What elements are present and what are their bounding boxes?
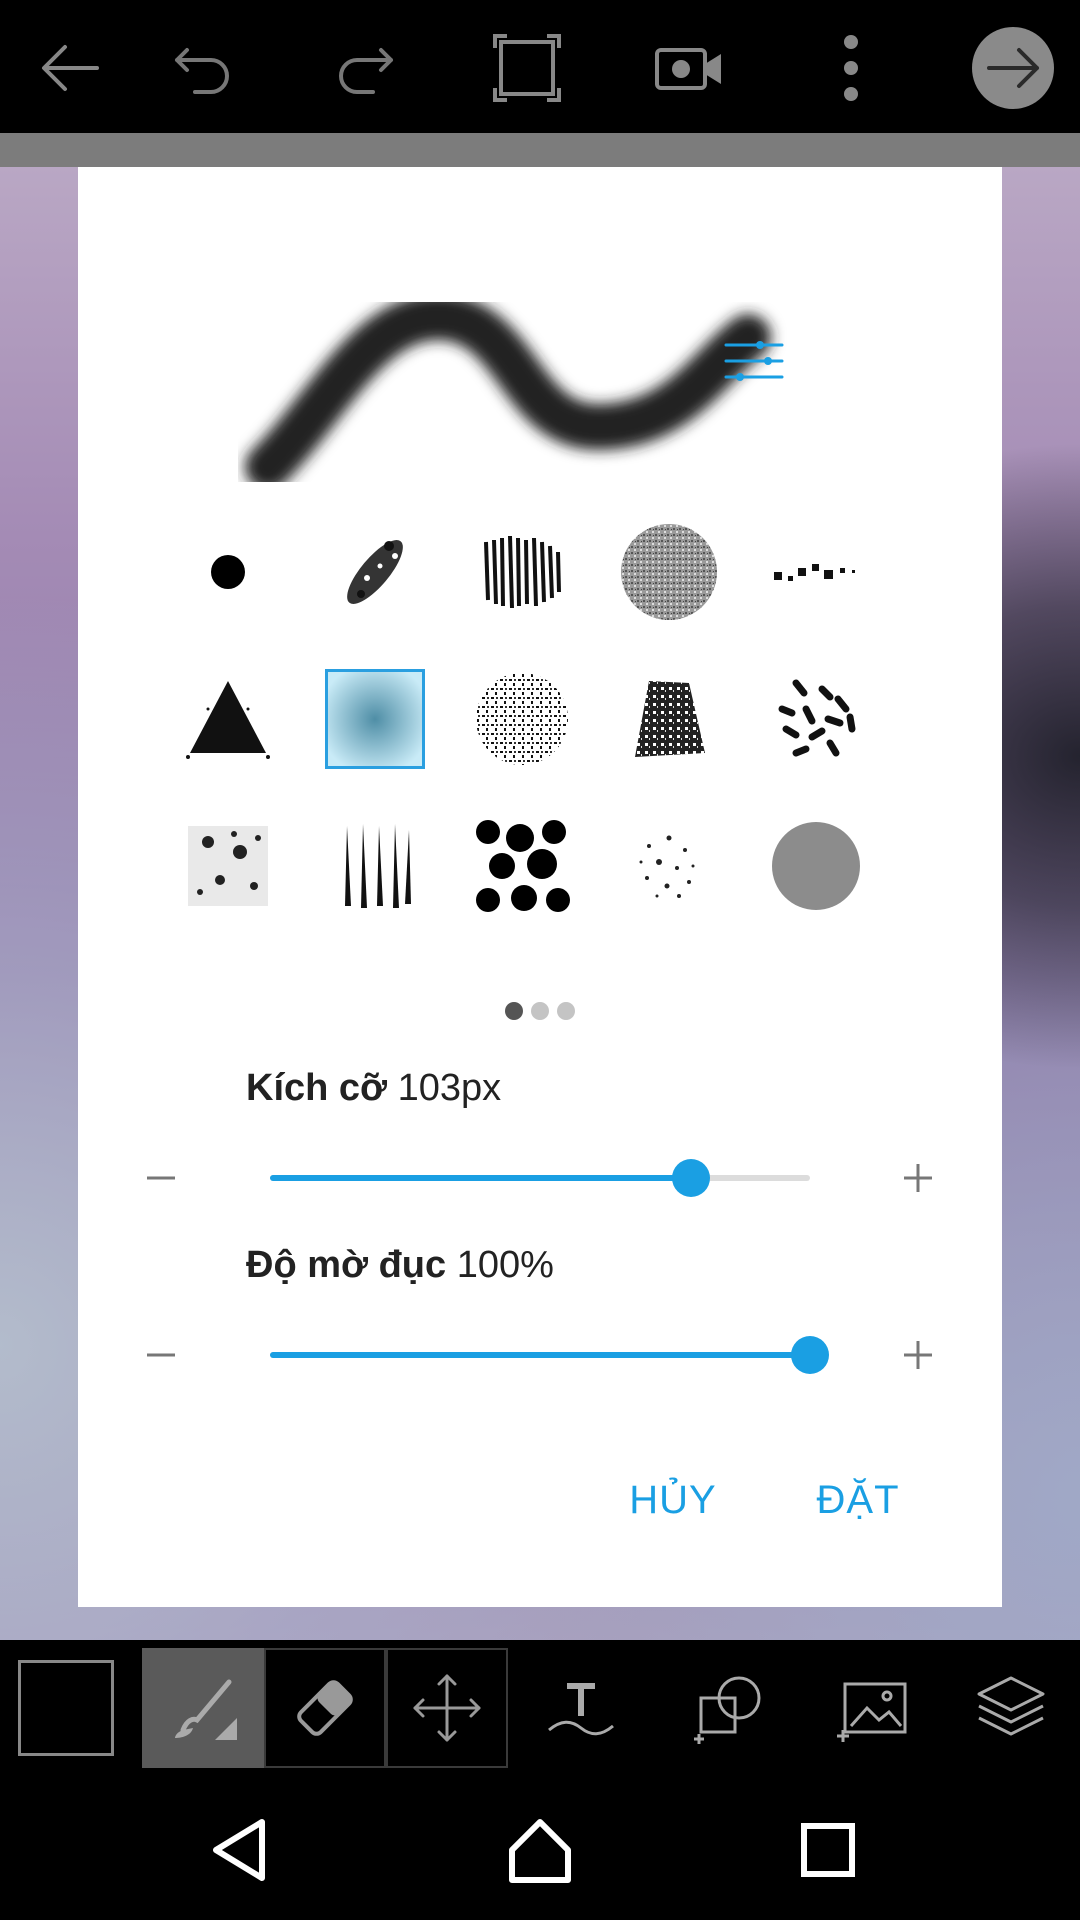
eraser-icon[interactable] bbox=[264, 1648, 386, 1768]
size-slider-fill bbox=[270, 1175, 691, 1181]
shape-add-icon[interactable] bbox=[668, 1648, 790, 1768]
next-arrow-icon[interactable] bbox=[958, 18, 1068, 118]
opacity-decrease-button[interactable] bbox=[131, 1325, 191, 1385]
size-value: 103px bbox=[397, 1067, 502, 1109]
nav-recents-icon[interactable] bbox=[773, 1795, 883, 1905]
brush-crumble-blob[interactable] bbox=[619, 669, 719, 769]
brush-soft-airbrush[interactable] bbox=[325, 669, 425, 769]
nav-home-icon[interactable] bbox=[485, 1795, 595, 1905]
top-toolbar bbox=[0, 0, 1080, 133]
size-slider-thumb[interactable] bbox=[672, 1159, 710, 1197]
brush-charcoal-scribble[interactable] bbox=[472, 522, 572, 622]
screen: Kích cỡ 103px Độ mờ đục 100% HỦY ĐẶT bbox=[0, 0, 1080, 1920]
brush-ink-splatter[interactable] bbox=[472, 816, 572, 916]
brush-vertical-strokes[interactable] bbox=[325, 816, 425, 916]
brush-grunge-square[interactable] bbox=[178, 816, 278, 916]
brush-scatter-dashes[interactable] bbox=[766, 669, 866, 769]
opacity-slider-fill bbox=[270, 1352, 810, 1358]
opacity-title: Độ mờ đục bbox=[246, 1244, 447, 1286]
bottom-toolbar bbox=[0, 1640, 1080, 1775]
more-vert-icon[interactable] bbox=[796, 18, 906, 118]
size-slider[interactable] bbox=[270, 1159, 810, 1197]
crop-fit-icon[interactable] bbox=[472, 18, 582, 118]
size-label: Kích cỡ 103px bbox=[246, 1067, 501, 1110]
brush-speckle-circle[interactable] bbox=[472, 669, 572, 769]
brush-icon[interactable] bbox=[142, 1648, 264, 1768]
pager-dot[interactable] bbox=[531, 1002, 549, 1020]
brush-round-hard[interactable] bbox=[178, 522, 278, 622]
redo-icon[interactable] bbox=[310, 18, 420, 118]
opacity-slider[interactable] bbox=[270, 1336, 829, 1374]
size-increase-button[interactable] bbox=[888, 1148, 948, 1208]
sliders-icon[interactable] bbox=[718, 327, 790, 399]
brush-spray-triangle[interactable] bbox=[178, 669, 278, 769]
nav-back-icon[interactable] bbox=[187, 1795, 297, 1905]
brush-pager bbox=[78, 1002, 1002, 1028]
video-camera-icon[interactable] bbox=[634, 18, 744, 118]
brush-grid bbox=[178, 522, 913, 962]
cancel-button[interactable]: HỦY bbox=[608, 1470, 738, 1530]
opacity-increase-button[interactable] bbox=[888, 1325, 948, 1385]
back-arrow-icon[interactable] bbox=[14, 18, 124, 118]
move-icon[interactable] bbox=[386, 1648, 508, 1768]
canvas-top-strip bbox=[0, 133, 1080, 167]
add-photo-icon[interactable] bbox=[812, 1648, 934, 1768]
size-title: Kích cỡ bbox=[246, 1067, 388, 1109]
brush-dotted-line[interactable] bbox=[766, 522, 866, 622]
brush-chalk-diagonal[interactable] bbox=[325, 522, 425, 622]
android-nav-bar bbox=[0, 1775, 1080, 1920]
brush-fine-spray[interactable] bbox=[619, 816, 719, 916]
brush-flat-gray-circle[interactable] bbox=[766, 816, 866, 916]
opacity-label: Độ mờ đục 100% bbox=[246, 1244, 554, 1287]
ok-button[interactable]: ĐẶT bbox=[793, 1470, 923, 1530]
pager-dot[interactable] bbox=[557, 1002, 575, 1020]
undo-icon[interactable] bbox=[148, 18, 258, 118]
color-swatch[interactable] bbox=[18, 1660, 114, 1756]
text-icon[interactable] bbox=[520, 1648, 642, 1768]
layers-icon[interactable] bbox=[950, 1648, 1072, 1768]
brush-noise-circle[interactable] bbox=[619, 522, 719, 622]
opacity-value: 100% bbox=[456, 1244, 554, 1286]
brush-settings-dialog: Kích cỡ 103px Độ mờ đục 100% HỦY ĐẶT bbox=[78, 167, 1002, 1607]
opacity-slider-thumb[interactable] bbox=[791, 1336, 829, 1374]
pager-dot[interactable] bbox=[505, 1002, 523, 1020]
size-decrease-button[interactable] bbox=[131, 1148, 191, 1208]
